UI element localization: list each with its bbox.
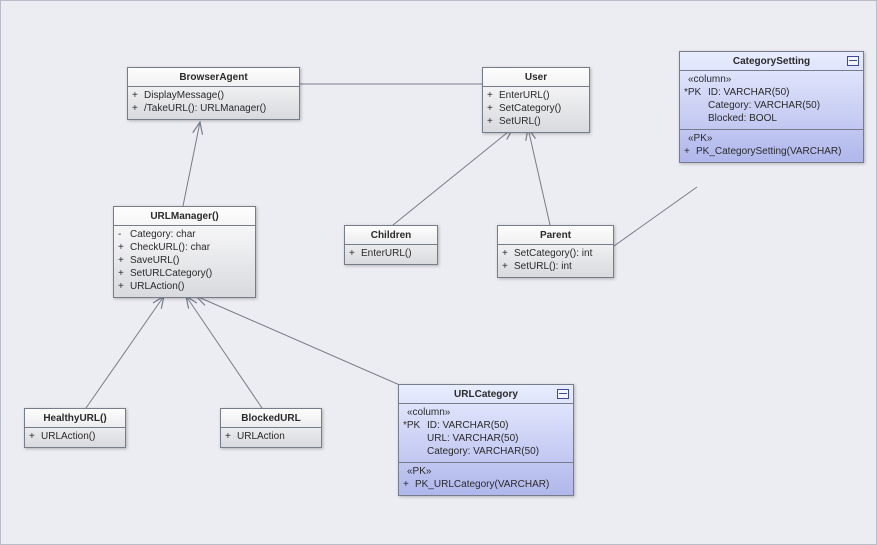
pk-stereotype: «PK»	[688, 132, 859, 145]
col-row: Blocked: BOOL	[684, 112, 859, 125]
class-user[interactable]: User +EnterURL() +SetCategory() +SetURL(…	[482, 67, 590, 133]
op-row: +SetCategory(): int	[502, 247, 609, 260]
col-row: Category: VARCHAR(50)	[403, 445, 569, 458]
op-row: +URLAction	[225, 430, 317, 443]
class-healthy-url[interactable]: HealthyURL() +URLAction()	[24, 408, 126, 448]
col-row: Category: VARCHAR(50)	[684, 99, 859, 112]
op-row: +/TakeURL(): URLManager()	[132, 102, 295, 115]
class-title: Parent	[498, 226, 613, 244]
pk-row: +PK_URLCategory(VARCHAR)	[403, 478, 569, 491]
class-url-manager[interactable]: URLManager() -Category: char +CheckURL()…	[113, 206, 256, 298]
op-row: -Category: char	[118, 228, 251, 241]
class-operations: +SetCategory(): int +SetURL(): int	[498, 244, 613, 277]
class-title: HealthyURL()	[25, 409, 125, 427]
col-row: URL: VARCHAR(50)	[403, 432, 569, 445]
class-operations: +URLAction()	[25, 427, 125, 447]
class-title: Children	[345, 226, 437, 244]
class-children[interactable]: Children +EnterURL()	[344, 225, 438, 265]
class-title: URLManager()	[114, 207, 255, 225]
class-parent[interactable]: Parent +SetCategory(): int +SetURL(): in…	[497, 225, 614, 278]
op-row: +EnterURL()	[349, 247, 433, 260]
pk-row: +PK_CategorySetting(VARCHAR)	[684, 145, 859, 158]
op-row: +URLAction()	[29, 430, 121, 443]
op-row: +SetURLCategory()	[118, 267, 251, 280]
class-title: User	[483, 68, 589, 86]
op-row: +EnterURL()	[487, 89, 585, 102]
column-stereotype: «column»	[688, 73, 859, 86]
op-row: +URLAction()	[118, 280, 251, 293]
table-category-setting[interactable]: CategorySetting «column» *PKID: VARCHAR(…	[679, 51, 864, 163]
col-row: *PKID: VARCHAR(50)	[403, 419, 569, 432]
op-row: +SetURL(): int	[502, 260, 609, 273]
table-url-category[interactable]: URLCategory «column» *PKID: VARCHAR(50) …	[398, 384, 574, 496]
note-icon	[557, 389, 569, 399]
table-pk: «PK» +PK_CategorySetting(VARCHAR)	[680, 129, 863, 162]
table-columns: «column» *PKID: VARCHAR(50) Category: VA…	[680, 70, 863, 129]
table-title: CategorySetting	[680, 52, 863, 70]
class-operations: -Category: char +CheckURL(): char +SaveU…	[114, 225, 255, 297]
class-blocked-url[interactable]: BlockedURL +URLAction	[220, 408, 322, 448]
column-stereotype: «column»	[407, 406, 569, 419]
table-pk: «PK» +PK_URLCategory(VARCHAR)	[399, 462, 573, 495]
class-title: BrowserAgent	[128, 68, 299, 86]
op-row: +SetURL()	[487, 115, 585, 128]
op-row: +SaveURL()	[118, 254, 251, 267]
table-columns: «column» *PKID: VARCHAR(50) URL: VARCHAR…	[399, 403, 573, 462]
op-row: +CheckURL(): char	[118, 241, 251, 254]
op-row: +DisplayMessage()	[132, 89, 295, 102]
col-row: *PKID: VARCHAR(50)	[684, 86, 859, 99]
class-title: BlockedURL	[221, 409, 321, 427]
class-operations: +URLAction	[221, 427, 321, 447]
op-row: +SetCategory()	[487, 102, 585, 115]
pk-stereotype: «PK»	[407, 465, 569, 478]
class-operations: +EnterURL() +SetCategory() +SetURL()	[483, 86, 589, 132]
class-operations: +EnterURL()	[345, 244, 437, 264]
table-title: URLCategory	[399, 385, 573, 403]
class-browser-agent[interactable]: BrowserAgent +DisplayMessage() +/TakeURL…	[127, 67, 300, 120]
class-operations: +DisplayMessage() +/TakeURL(): URLManage…	[128, 86, 299, 119]
note-icon	[847, 56, 859, 66]
